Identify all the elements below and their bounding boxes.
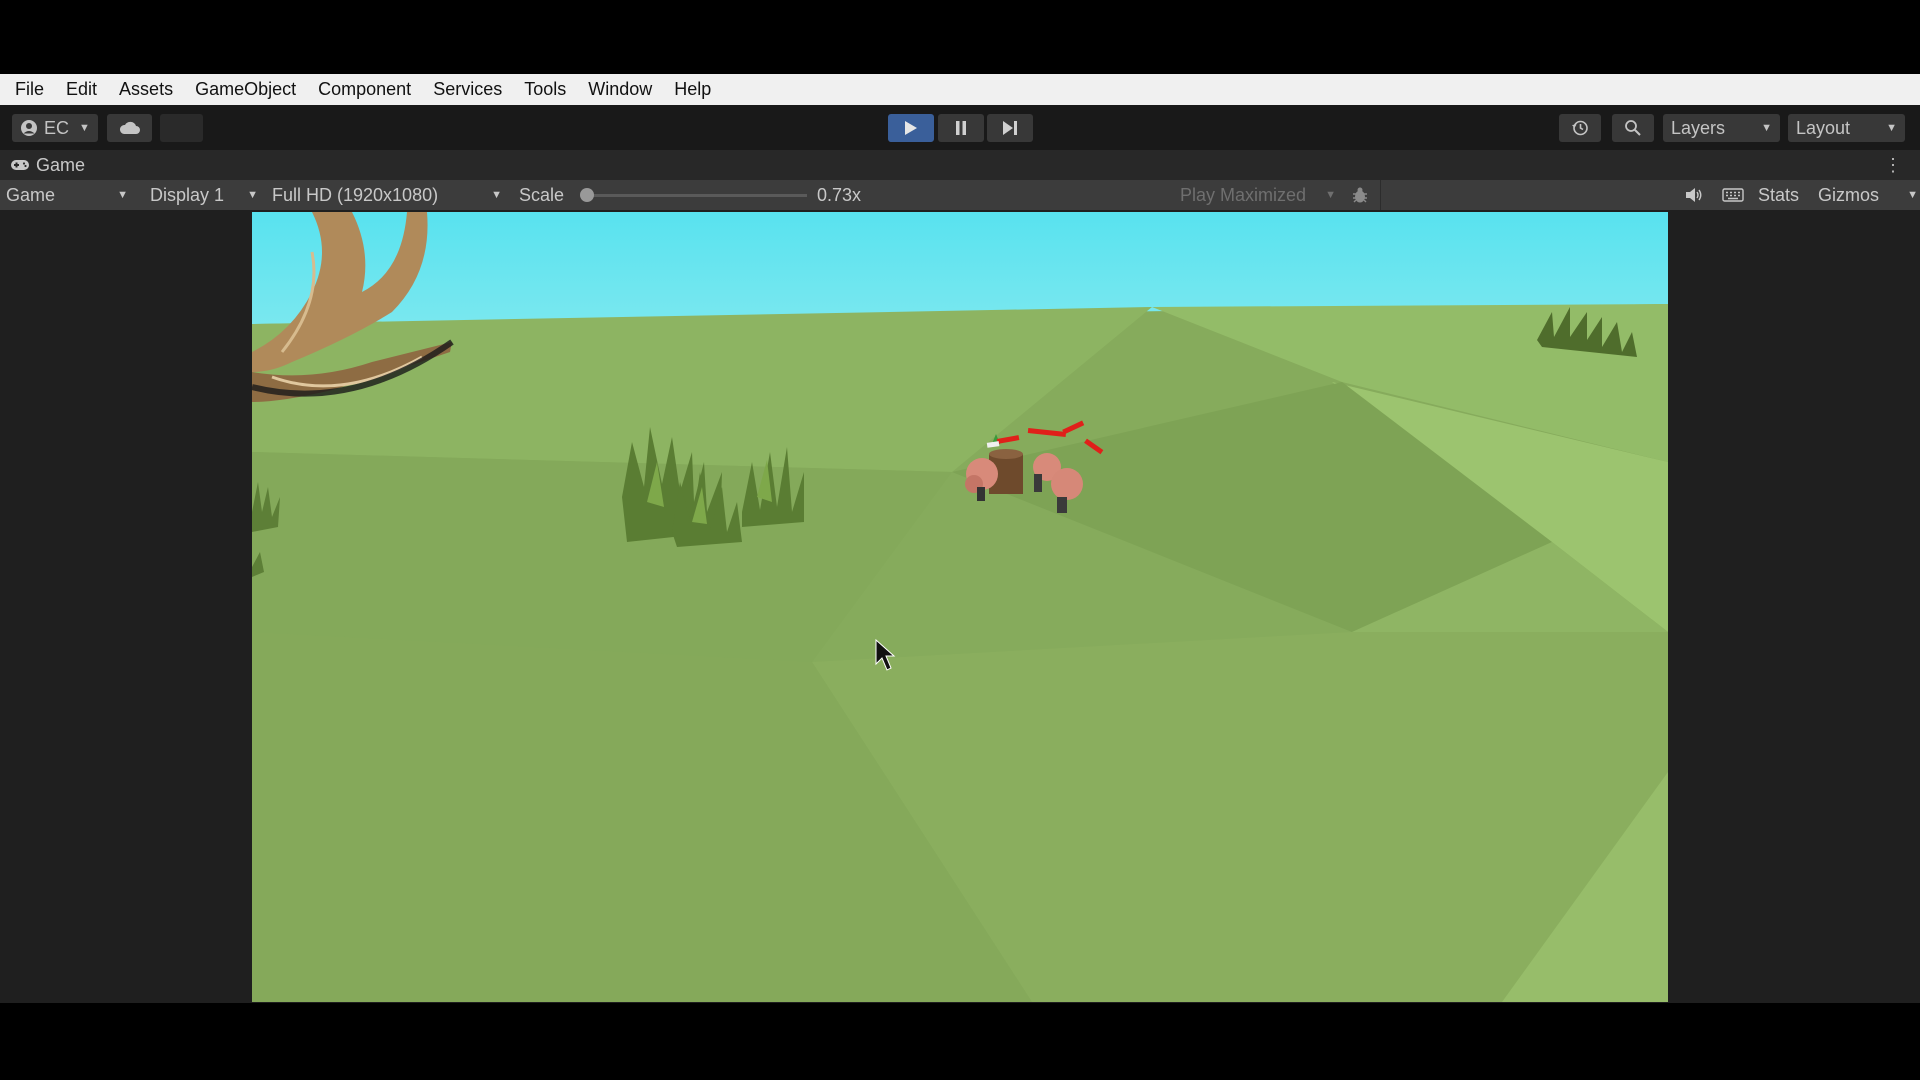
step-button[interactable] xyxy=(987,114,1033,142)
shortcut-toggle[interactable] xyxy=(1718,183,1748,207)
layout-dropdown[interactable]: Layout ▼ xyxy=(1788,114,1905,142)
game-viewport[interactable] xyxy=(252,212,1668,1002)
menu-bar: File Edit Assets GameObject Component Se… xyxy=(0,74,1920,105)
search-button[interactable] xyxy=(1612,114,1654,142)
pause-icon xyxy=(956,121,966,135)
menu-component[interactable]: Component xyxy=(307,74,422,105)
view-type-label: Game xyxy=(6,184,56,205)
scale-value: 0.73x xyxy=(817,185,862,205)
game-view-toolbar: Game ▼ Display 1 ▼ Full HD (1920x1080) ▼… xyxy=(0,180,1920,210)
menu-gameobject[interactable]: GameObject xyxy=(184,74,307,105)
layers-dropdown[interactable]: Layers ▼ xyxy=(1663,114,1780,142)
view-type-dropdown[interactable]: Game ▼ xyxy=(0,183,134,207)
history-button[interactable] xyxy=(1559,114,1601,142)
display-label: Display 1 xyxy=(150,184,225,205)
top-black-area xyxy=(0,0,1920,74)
mute-audio-toggle[interactable] xyxy=(1680,183,1708,207)
layers-label: Layers xyxy=(1671,117,1726,138)
collab-button[interactable] xyxy=(160,114,203,142)
menu-services[interactable]: Services xyxy=(422,74,513,105)
stats-button[interactable]: Stats xyxy=(1758,183,1799,207)
cloud-button[interactable] xyxy=(107,114,152,142)
game-scene xyxy=(252,212,1668,1002)
step-icon xyxy=(1003,121,1017,135)
play-icon xyxy=(905,121,917,135)
tab-game[interactable]: Game xyxy=(10,154,85,176)
play-maximized-dropdown[interactable]: Play Maximized ▼ xyxy=(1180,183,1336,207)
chevron-down-icon: ▼ xyxy=(79,122,90,134)
user-circle-icon xyxy=(21,120,37,136)
toolbar-divider xyxy=(1380,180,1381,210)
gizmos-dropdown[interactable]: Gizmos ▼ xyxy=(1818,183,1918,207)
cloud-icon xyxy=(119,121,140,134)
menu-edit[interactable]: Edit xyxy=(55,74,108,105)
scale-slider-handle[interactable] xyxy=(580,188,594,202)
menu-help[interactable]: Help xyxy=(663,74,722,105)
bottom-black-area xyxy=(0,1003,1920,1080)
speaker-icon xyxy=(1686,188,1702,202)
layout-label: Layout xyxy=(1796,117,1851,138)
play-maximized-label: Play Maximized xyxy=(1180,184,1307,205)
gizmos-label: Gizmos xyxy=(1818,184,1880,205)
pause-button[interactable] xyxy=(938,114,984,142)
scale-slider-track[interactable] xyxy=(583,194,807,197)
tab-label: Game xyxy=(36,154,86,175)
chevron-down-icon: ▼ xyxy=(1761,122,1772,134)
display-dropdown[interactable]: Display 1 ▼ xyxy=(144,183,264,207)
history-icon xyxy=(1572,120,1588,136)
menu-assets[interactable]: Assets xyxy=(108,74,184,105)
resolution-label: Full HD (1920x1080) xyxy=(272,184,439,205)
chevron-down-icon: ▼ xyxy=(1325,189,1336,201)
chevron-down-icon: ▼ xyxy=(117,189,128,201)
play-button[interactable] xyxy=(888,114,934,142)
more-options-icon[interactable]: ⋮ xyxy=(1884,156,1902,174)
chevron-down-icon: ▼ xyxy=(247,189,258,201)
debug-toggle[interactable] xyxy=(1346,183,1374,207)
chevron-down-icon: ▼ xyxy=(1886,122,1897,134)
menu-tools[interactable]: Tools xyxy=(513,74,577,105)
main-toolbar: EC ▼ Layers ▼ Layout ▼ xyxy=(0,105,1920,150)
resolution-dropdown[interactable]: Full HD (1920x1080) ▼ xyxy=(266,183,508,207)
chevron-down-icon: ▼ xyxy=(1907,189,1918,201)
bug-icon xyxy=(1353,187,1367,203)
gamepad-icon xyxy=(11,160,29,170)
menu-file[interactable]: File xyxy=(4,74,55,105)
account-dropdown[interactable]: EC ▼ xyxy=(12,114,98,142)
scale-label: Scale xyxy=(519,185,565,205)
chevron-down-icon: ▼ xyxy=(491,189,502,201)
menu-window[interactable]: Window xyxy=(577,74,663,105)
keyboard-icon xyxy=(1722,188,1744,202)
account-label: EC xyxy=(44,117,70,138)
search-icon xyxy=(1625,120,1641,136)
tab-bar: Game ⋮ xyxy=(0,150,1920,180)
